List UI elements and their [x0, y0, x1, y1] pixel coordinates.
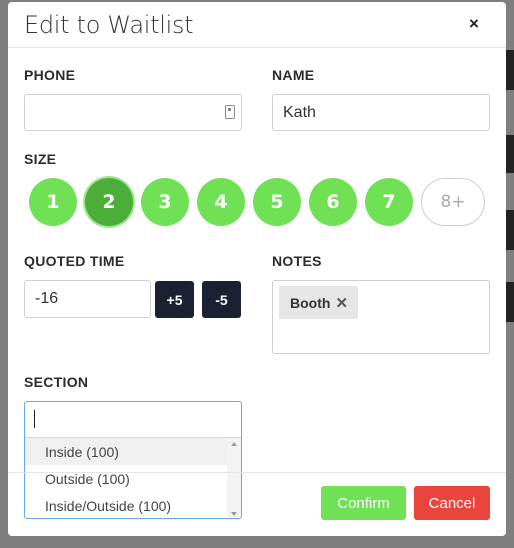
name-label: NAME	[272, 67, 315, 83]
background-edge	[506, 135, 514, 173]
name-value: Kath	[283, 103, 316, 121]
cancel-button[interactable]: Cancel	[414, 486, 490, 520]
background-edge	[506, 50, 514, 90]
size-option-3[interactable]: 3	[141, 178, 189, 226]
caret-up-icon[interactable]	[231, 442, 237, 446]
options-scrollbar[interactable]	[227, 438, 241, 518]
background-edge	[506, 210, 514, 250]
background-edge	[506, 282, 514, 322]
phone-label: PHONE	[24, 67, 76, 83]
quoted-time-label: QUOTED TIME	[24, 253, 125, 269]
modal-header: Edit to Waitlist ×	[8, 2, 506, 48]
phone-field[interactable]	[24, 94, 242, 131]
section-select[interactable]: Inside (100) Outside (100) Inside/Outsid…	[24, 401, 242, 519]
note-tag-label: Booth	[290, 294, 331, 311]
size-option-4[interactable]: 4	[197, 178, 245, 226]
text-cursor	[34, 410, 35, 428]
quoted-time-field[interactable]: -16	[24, 280, 151, 318]
section-option[interactable]: Inside (100)	[25, 438, 227, 465]
size-option-2[interactable]: 2	[85, 178, 133, 226]
notes-field[interactable]: Booth ✕	[272, 280, 490, 354]
size-option-1[interactable]: 1	[29, 178, 77, 226]
contact-card-icon[interactable]	[225, 105, 235, 119]
size-option-more[interactable]: 8+	[421, 178, 485, 226]
size-label: SIZE	[24, 151, 57, 167]
waitlist-modal: Edit to Waitlist × PHONE NAME Kath SIZE …	[8, 2, 506, 536]
note-tag: Booth ✕	[279, 286, 359, 319]
add-5-button[interactable]: +5	[155, 281, 194, 318]
confirm-button[interactable]: Confirm	[321, 486, 406, 520]
quoted-time-value: -16	[35, 290, 59, 307]
section-option[interactable]: Inside/Outside (100)	[25, 492, 227, 518]
section-search-input[interactable]	[25, 402, 241, 437]
section-label: SECTION	[24, 374, 89, 390]
caret-down-icon[interactable]	[231, 512, 237, 516]
size-option-5[interactable]: 5	[253, 178, 301, 226]
close-icon[interactable]: ✕	[335, 294, 348, 312]
section-option[interactable]: Outside (100)	[25, 465, 227, 492]
section-options-list: Inside (100) Outside (100) Inside/Outsid…	[25, 437, 241, 518]
modal-title: Edit to Waitlist	[24, 11, 194, 39]
subtract-5-button[interactable]: -5	[202, 281, 241, 318]
size-option-7[interactable]: 7	[365, 178, 413, 226]
size-option-6[interactable]: 6	[309, 178, 357, 226]
notes-label: NOTES	[272, 253, 322, 269]
footer-divider	[8, 472, 506, 473]
close-icon[interactable]: ×	[469, 14, 479, 34]
name-field[interactable]: Kath	[272, 94, 490, 131]
